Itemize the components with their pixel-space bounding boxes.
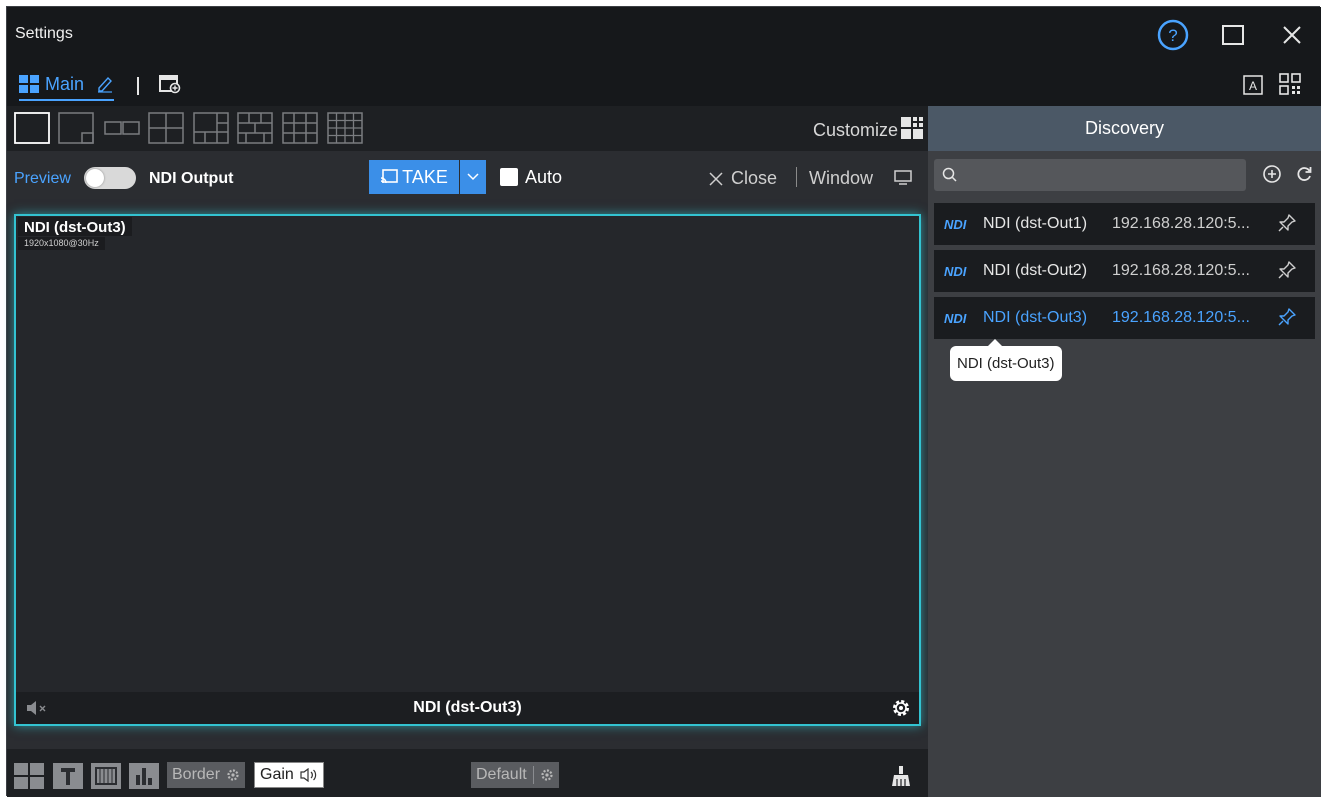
customize-button[interactable]: Customize [813, 120, 898, 141]
close-x-icon [709, 171, 723, 186]
layout-single-icon[interactable] [14, 112, 50, 144]
device-address: 192.168.28.120:5... [1112, 309, 1250, 326]
grid-icon [19, 75, 39, 93]
auto-checkbox[interactable] [500, 168, 518, 186]
close-icon[interactable] [1274, 17, 1310, 53]
text-icon[interactable] [53, 763, 83, 789]
border-gear-icon [227, 769, 239, 781]
source-resolution: 1920x1080@30Hz [18, 237, 105, 250]
gain-button[interactable]: Gain [254, 762, 324, 788]
take-label: TAKE [402, 166, 448, 187]
discovery-search-input[interactable] [934, 159, 1246, 191]
tab-bar: Main A [7, 61, 1321, 106]
device-address: 192.168.28.120:5... [1112, 262, 1250, 279]
add-source-icon[interactable] [1262, 164, 1282, 184]
cast-icon [381, 169, 398, 184]
device-address: 192.168.28.120:5... [1112, 215, 1250, 232]
layout-pip-icon[interactable] [58, 112, 94, 144]
take-button[interactable]: TAKE [369, 160, 459, 194]
device-name: NDI (dst-Out2) [983, 262, 1088, 279]
search-icon [942, 167, 957, 182]
ndi-badge: NDI [944, 264, 967, 279]
layout-toolbar: Customize [7, 106, 928, 151]
text-overlay-icon[interactable]: A [1243, 75, 1263, 100]
border-label: Border [172, 766, 221, 783]
gear-icon[interactable] [891, 698, 911, 718]
layout-quad-icon[interactable] [148, 112, 184, 144]
svg-text:?: ? [1168, 26, 1177, 45]
discovery-item-selected[interactable]: NDI NDI (dst-Out3) 192.168.28.120:5... [934, 297, 1315, 339]
monitor-icon[interactable] [894, 170, 912, 186]
help-icon[interactable]: ? [1155, 17, 1191, 53]
window-button[interactable]: Window [809, 168, 873, 189]
take-dropdown-button[interactable] [460, 160, 486, 194]
clear-broom-icon[interactable] [890, 765, 912, 787]
toggle-knob [86, 169, 104, 187]
auto-label: Auto [525, 167, 563, 187]
panel-footer: NDI (dst-Out3) [16, 692, 919, 724]
pin-icon[interactable] [1277, 307, 1297, 327]
frame-icon[interactable] [91, 763, 121, 789]
layout-mosaic-icon[interactable] [237, 112, 273, 144]
refresh-icon[interactable] [1294, 164, 1314, 184]
output-control-row: Preview NDI Output TAKE Auto Close Windo… [7, 151, 928, 201]
close-output-button[interactable]: Close [709, 168, 777, 189]
tab-main-label: Main [45, 73, 85, 94]
title-bar: Settings ? [7, 7, 1321, 61]
layout-3x3-icon[interactable] [282, 112, 318, 144]
pin-icon[interactable] [1277, 260, 1297, 280]
default-label: Default [476, 766, 527, 783]
discovery-panel: Discovery NDI NDI (dst-Out1) 192.168.28.… [928, 106, 1321, 797]
add-layout-icon[interactable] [159, 74, 181, 99]
settings-window: Settings ? Main A Customize Preview NDI … [6, 6, 1321, 797]
pin-icon[interactable] [1277, 213, 1297, 233]
device-name: NDI (dst-Out3) [983, 309, 1088, 326]
window-title: Settings [15, 25, 73, 42]
tab-divider [137, 77, 139, 95]
svg-text:A: A [1249, 79, 1257, 93]
edit-icon[interactable] [96, 75, 114, 93]
customize-grid-icon[interactable] [901, 117, 923, 139]
gain-label: Gain [260, 766, 294, 783]
speaker-icon [300, 768, 316, 782]
ndi-output-label: NDI Output [149, 170, 234, 187]
discovery-item[interactable]: NDI NDI (dst-Out1) 192.168.28.120:5... [934, 203, 1315, 245]
discovery-item[interactable]: NDI NDI (dst-Out2) 192.168.28.120:5... [934, 250, 1315, 292]
border-button[interactable]: Border [167, 762, 246, 788]
maximize-icon[interactable] [1215, 17, 1251, 53]
bottom-toolbar: Border Gain Default [7, 749, 928, 797]
preview-toggle[interactable] [84, 167, 136, 189]
layout-grid-icon[interactable] [14, 763, 44, 789]
layout-4x4-icon[interactable] [327, 112, 363, 144]
ndi-badge: NDI [944, 311, 967, 326]
qr-code-icon[interactable] [1279, 73, 1301, 100]
device-tooltip: NDI (dst-Out3) [950, 339, 1062, 381]
default-divider [532, 766, 534, 784]
device-name: NDI (dst-Out1) [983, 215, 1088, 232]
preview-panel[interactable]: NDI (dst-Out3) 1920x1080@30Hz NDI (dst-O… [14, 214, 921, 726]
ndi-badge: NDI [944, 217, 967, 232]
preview-label: Preview [14, 170, 71, 187]
default-button[interactable]: Default [471, 762, 559, 788]
audio-meter-icon[interactable] [129, 763, 159, 789]
layout-1plus3-icon[interactable] [193, 112, 229, 144]
tab-main[interactable]: Main [19, 71, 115, 101]
discovery-title: Discovery [928, 106, 1321, 151]
source-name: NDI (dst-Out3) [18, 217, 132, 236]
panel-source-name: NDI (dst-Out3) [413, 699, 522, 716]
close-label: Close [731, 168, 778, 188]
control-divider [796, 167, 797, 187]
layout-side-by-side-icon[interactable] [104, 112, 140, 144]
chevron-down-icon [467, 173, 479, 181]
default-gear-icon [541, 769, 553, 781]
